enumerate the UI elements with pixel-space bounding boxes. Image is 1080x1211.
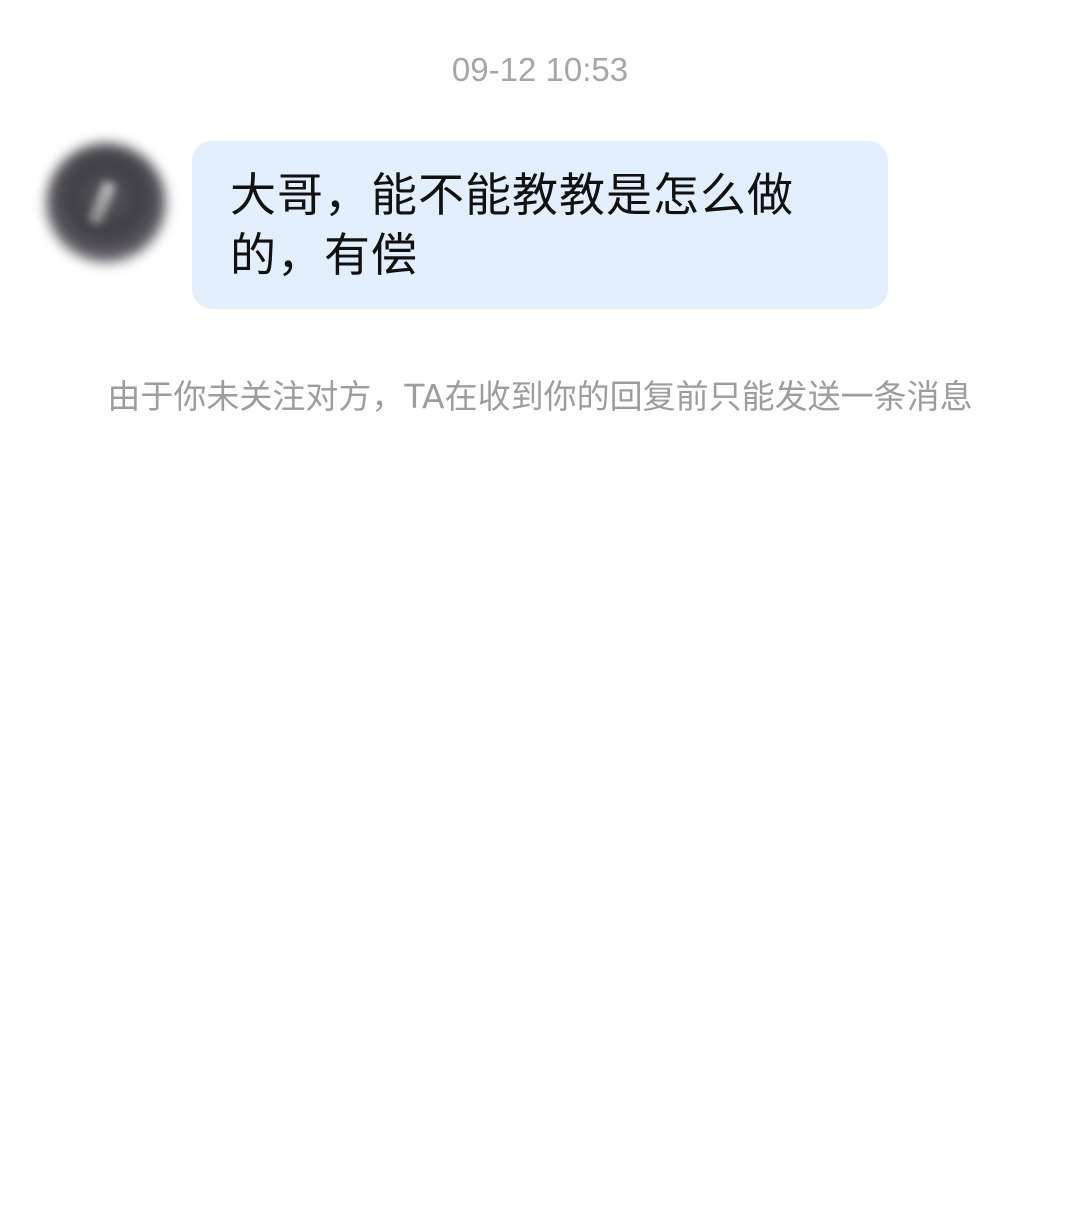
- system-notice: 由于你未关注对方，TA在收到你的回复前只能发送一条消息: [107, 377, 973, 416]
- incoming-message-row: 大哥，能不能教教是怎么做的，有偿: [0, 141, 1080, 311]
- message-bubble[interactable]: 大哥，能不能教教是怎么做的，有偿: [192, 141, 888, 309]
- message-text: 大哥，能不能教教是怎么做的，有偿: [230, 168, 794, 282]
- message-timestamp: 09-12 10:53: [451, 51, 629, 88]
